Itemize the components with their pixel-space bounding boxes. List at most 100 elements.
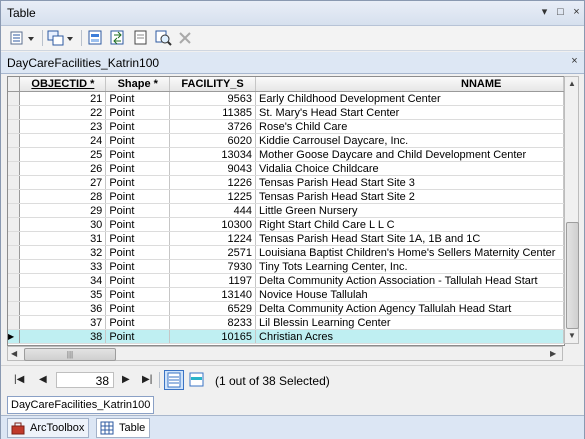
cell-facility-s[interactable]: 13034 — [169, 147, 257, 162]
cell-objectid[interactable]: 25 — [19, 147, 107, 162]
cell-facility-s[interactable]: 7930 — [169, 259, 257, 274]
cell-shape[interactable]: Point — [105, 329, 171, 344]
window-menu-icon[interactable]: ▾ — [538, 6, 551, 19]
table-row[interactable]: 25 Point 13034 Mother Goose Daycare and Chi… — [8, 147, 564, 162]
last-record-button[interactable]: ▶| — [142, 374, 152, 385]
cell-nname[interactable]: Novice House Tallulah — [255, 287, 564, 302]
cell-objectid[interactable]: 27 — [19, 175, 107, 190]
cell-shape[interactable]: Point — [105, 217, 171, 232]
cell-objectid[interactable]: 31 — [19, 231, 107, 246]
attribute-table-grid[interactable]: OBJECTID * Shape * FACILITY_S NNAME 21 Po… — [7, 76, 565, 346]
row-selector[interactable] — [8, 259, 21, 274]
vertical-scrollbar[interactable]: ▲ ▼ — [564, 76, 579, 344]
table-row[interactable]: 32 Point 2571 Louisiana Baptist Children's … — [8, 245, 564, 260]
table-options-icon[interactable] — [9, 29, 37, 47]
row-selector[interactable] — [8, 119, 21, 134]
table-row[interactable]: 22 Point 11385 St. Mary's Head Start Center — [8, 105, 564, 120]
row-selector[interactable] — [8, 161, 21, 176]
cell-facility-s[interactable]: 1225 — [169, 189, 257, 204]
cell-nname[interactable]: Tensas Parish Head Start Site 1A, 1B and… — [255, 231, 564, 246]
cell-facility-s[interactable]: 1224 — [169, 231, 257, 246]
window-close-icon[interactable]: × — [570, 6, 583, 19]
cell-objectid[interactable]: 24 — [19, 133, 107, 148]
cell-nname[interactable]: Tensas Parish Head Start Site 3 — [255, 175, 564, 190]
cell-objectid[interactable]: 35 — [19, 287, 107, 302]
cell-nname[interactable]: Lil Blessin Learning Center — [255, 315, 564, 330]
table-row[interactable]: 35 Point 13140 Novice House Tallulah — [8, 287, 564, 302]
switch-selection-icon[interactable] — [109, 29, 127, 47]
cell-shape[interactable]: Point — [105, 175, 171, 190]
cell-nname[interactable]: Christian Acres — [255, 329, 564, 344]
table-row[interactable]: 27 Point 1226 Tensas Parish Head Start Site… — [8, 175, 564, 190]
table-row[interactable]: 24 Point 6020 Kiddie Carrousel Daycare, Inc… — [8, 133, 564, 148]
row-selector[interactable] — [8, 91, 21, 106]
table-row[interactable]: 36 Point 6529 Delta Community Action Agency… — [8, 301, 564, 316]
cell-facility-s[interactable]: 9043 — [169, 161, 257, 176]
cell-objectid[interactable]: 30 — [19, 217, 107, 232]
related-tables-icon[interactable] — [47, 29, 75, 47]
cell-objectid[interactable]: 22 — [19, 105, 107, 120]
table-row[interactable]: 33 Point 7930 Tiny Tots Learning Center, In… — [8, 259, 564, 274]
vertical-scroll-thumb[interactable] — [566, 222, 579, 329]
scroll-left-arrow-icon[interactable]: ◀ — [11, 349, 17, 358]
cell-nname[interactable]: Delta Community Action Agency Tallulah H… — [255, 301, 564, 316]
window-tab-arctoolbox[interactable]: ArcToolbox — [7, 418, 90, 438]
show-all-records-icon[interactable] — [164, 370, 184, 390]
row-selector[interactable] — [8, 301, 21, 316]
cell-objectid[interactable]: 33 — [19, 259, 107, 274]
table-row[interactable]: 37 Point 8233 Lil Blessin Learning Center — [8, 315, 564, 330]
row-selector[interactable] — [8, 147, 21, 162]
table-row[interactable]: 21 Point 9563 Early Childhood Development C… — [8, 91, 564, 106]
cell-facility-s[interactable]: 8233 — [169, 315, 257, 330]
cell-nname[interactable]: Early Childhood Development Center — [255, 91, 564, 106]
table-row[interactable]: 23 Point 3726 Rose's Child Care — [8, 119, 564, 134]
cell-shape[interactable]: Point — [105, 189, 171, 204]
cell-nname[interactable]: Right Start Child Care L L C — [255, 217, 564, 232]
cell-nname[interactable]: Vidalia Choice Childcare — [255, 161, 564, 176]
cell-objectid[interactable]: 36 — [19, 301, 107, 316]
first-record-button[interactable]: |◀ — [14, 374, 24, 385]
cell-nname[interactable]: Tiny Tots Learning Center, Inc. — [255, 259, 564, 274]
cell-shape[interactable]: Point — [105, 287, 171, 302]
cell-shape[interactable]: Point — [105, 119, 171, 134]
next-record-button[interactable]: ▶ — [122, 374, 130, 385]
table-row[interactable]: 30 Point 10300 Right Start Child Care L L C — [8, 217, 564, 232]
column-header-objectid[interactable]: OBJECTID * — [19, 77, 107, 92]
cell-facility-s[interactable]: 11385 — [169, 105, 257, 120]
select-by-attributes-icon[interactable] — [87, 29, 105, 47]
window-restore-icon[interactable]: □ — [554, 6, 567, 19]
column-header-shape[interactable]: Shape * — [105, 77, 171, 92]
cell-objectid[interactable]: 28 — [19, 189, 107, 204]
cell-shape[interactable]: Point — [105, 105, 171, 120]
cell-objectid[interactable]: 29 — [19, 203, 107, 218]
show-selected-records-icon[interactable] — [188, 370, 206, 390]
cell-shape[interactable]: Point — [105, 315, 171, 330]
cell-nname[interactable]: Delta Community Action Association - Tal… — [255, 273, 564, 288]
cell-nname[interactable]: Tensas Parish Head Start Site 2 — [255, 189, 564, 204]
current-record-input[interactable]: 38 — [56, 372, 114, 388]
cell-facility-s[interactable]: 2571 — [169, 245, 257, 260]
clear-selection-icon[interactable] — [132, 29, 150, 47]
row-selector[interactable]: ▶ — [8, 329, 21, 344]
cell-shape[interactable]: Point — [105, 301, 171, 316]
cell-shape[interactable]: Point — [105, 133, 171, 148]
cell-facility-s[interactable]: 1226 — [169, 175, 257, 190]
zoom-to-selected-icon[interactable] — [154, 29, 172, 47]
cell-nname[interactable]: Kiddie Carrousel Daycare, Inc. — [255, 133, 564, 148]
cell-shape[interactable]: Point — [105, 147, 171, 162]
row-selector[interactable] — [8, 217, 21, 232]
cell-facility-s[interactable]: 6529 — [169, 301, 257, 316]
cell-facility-s[interactable]: 10300 — [169, 217, 257, 232]
horizontal-scrollbar[interactable]: ◀ ||| ▶ — [7, 346, 563, 361]
row-selector[interactable] — [8, 189, 21, 204]
cell-shape[interactable]: Point — [105, 203, 171, 218]
cell-nname[interactable]: St. Mary's Head Start Center — [255, 105, 564, 120]
cell-shape[interactable]: Point — [105, 245, 171, 260]
column-header-nname[interactable]: NNAME — [255, 77, 564, 92]
row-selector[interactable] — [8, 273, 21, 288]
table-row[interactable]: ▶ 38 Point 10165 Christian Acres — [8, 329, 564, 344]
cell-shape[interactable]: Point — [105, 273, 171, 288]
cell-nname[interactable]: Louisiana Baptist Children's Home's Sell… — [255, 245, 564, 260]
column-header-facility-s[interactable]: FACILITY_S — [169, 77, 257, 92]
cell-shape[interactable]: Point — [105, 259, 171, 274]
